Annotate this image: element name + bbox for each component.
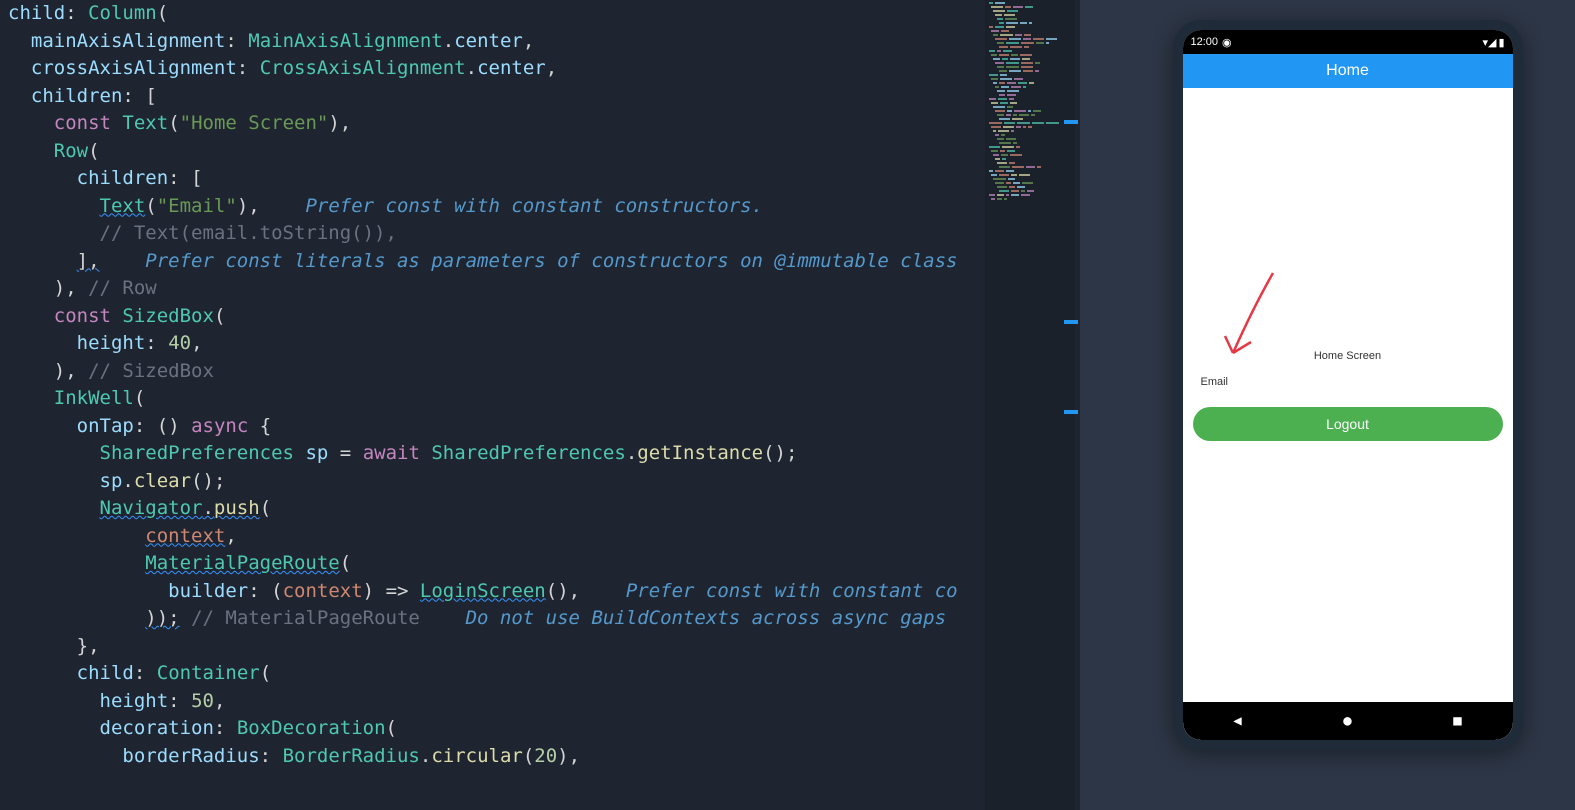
code-line[interactable]: onTap: () async { — [8, 413, 1080, 441]
code-line[interactable]: mainAxisAlignment: MainAxisAlignment.cen… — [8, 28, 1080, 56]
code-line[interactable]: ), // SizedBox — [8, 358, 1080, 386]
emulator-panel: Samsung Galaxy Note9 12:00 ◉ ▾◢ ▮ Home — [1080, 0, 1575, 810]
code-line[interactable]: const SizedBox( — [8, 303, 1080, 331]
code-line[interactable]: children: [ — [8, 165, 1080, 193]
code-line[interactable]: Row( — [8, 138, 1080, 166]
code-line[interactable]: child: Container( — [8, 660, 1080, 688]
phone-screen[interactable]: 12:00 ◉ ▾◢ ▮ Home Home Screen Email — [1183, 30, 1513, 740]
code-line[interactable]: Navigator.push( — [8, 495, 1080, 523]
code-line[interactable]: Text("Email"), Prefer const with constan… — [8, 193, 1080, 221]
nav-back-icon[interactable]: ◀ — [1233, 713, 1241, 729]
email-text: Email — [1201, 376, 1229, 388]
code-line[interactable]: InkWell( — [8, 385, 1080, 413]
nav-recent-icon[interactable]: ■ — [1453, 713, 1461, 729]
code-line[interactable]: sp.clear(); — [8, 468, 1080, 496]
code-line[interactable]: // Text(email.toString()), — [8, 220, 1080, 248]
status-app-icon: ◉ — [1222, 36, 1232, 49]
code-line[interactable]: context, — [8, 523, 1080, 551]
arrow-annotation — [1213, 268, 1293, 368]
code-line[interactable]: SharedPreferences sp = await SharedPrefe… — [8, 440, 1080, 468]
code-line[interactable]: const Text("Home Screen"), — [8, 110, 1080, 138]
code-line[interactable]: ), // Row — [8, 275, 1080, 303]
scrollbar-annotations — [1062, 0, 1080, 810]
code-line[interactable]: children: [ — [8, 83, 1080, 111]
battery-icon: ▮ — [1498, 36, 1504, 49]
signal-icon: ▾◢ — [1482, 36, 1496, 49]
code-line[interactable]: )); // MaterialPageRoute Do not use Buil… — [8, 605, 1080, 633]
code-editor[interactable]: child: Column( mainAxisAlignment: MainAx… — [0, 0, 1080, 810]
code-line[interactable]: builder: (context) => LoginScreen(), Pre… — [8, 578, 1080, 606]
code-line[interactable]: ], Prefer const literals as parameters o… — [8, 248, 1080, 276]
nav-home-icon[interactable]: ● — [1343, 713, 1351, 729]
status-bar: 12:00 ◉ ▾◢ ▮ — [1183, 30, 1513, 54]
home-screen-text: Home Screen — [1314, 350, 1381, 362]
phone-frame: 12:00 ◉ ▾◢ ▮ Home Home Screen Email — [1173, 20, 1523, 750]
android-nav-bar: ◀ ● ■ — [1183, 702, 1513, 740]
status-time: 12:00 — [1191, 36, 1219, 48]
app-body: Home Screen Email Logout — [1183, 88, 1513, 702]
code-line[interactable]: height: 40, — [8, 330, 1080, 358]
code-line[interactable]: crossAxisAlignment: CrossAxisAlignment.c… — [8, 55, 1080, 83]
logout-label: Logout — [1326, 416, 1369, 432]
code-line[interactable]: decoration: BoxDecoration( — [8, 715, 1080, 743]
code-line[interactable]: }, — [8, 633, 1080, 661]
code-line[interactable]: height: 50, — [8, 688, 1080, 716]
code-line[interactable]: borderRadius: BorderRadius.circular(20), — [8, 743, 1080, 771]
app-bar: Home — [1183, 54, 1513, 88]
app-bar-title: Home — [1326, 62, 1369, 80]
logout-button[interactable]: Logout — [1193, 407, 1503, 441]
code-line[interactable]: MaterialPageRoute( — [8, 550, 1080, 578]
code-line[interactable]: child: Column( — [8, 0, 1080, 28]
